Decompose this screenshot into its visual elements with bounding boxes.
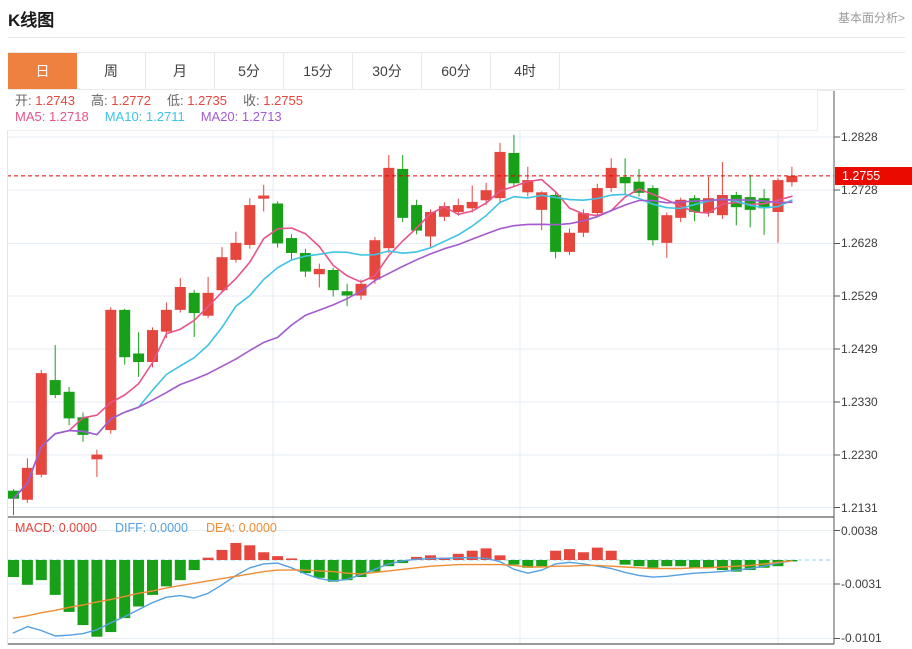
ma-legend-row: MA5: 1.2718 MA10: 1.2711 MA20: 1.2713 bbox=[15, 109, 817, 125]
ohlc-label: 收: bbox=[243, 93, 260, 108]
ma-legend-item: MA20: 1.2713 bbox=[200, 109, 282, 124]
tab-5分[interactable]: 5分 bbox=[215, 53, 284, 89]
axis-tick-label: -0.0031 bbox=[841, 577, 882, 592]
ohlc-label: 高: bbox=[91, 93, 108, 108]
ma-legend-item: MA10: 1.2711 bbox=[104, 109, 185, 124]
ohlc-value: 1.2772 bbox=[107, 93, 151, 108]
axis-tick-label: 1.2330 bbox=[841, 394, 878, 409]
ohlc-item: 低: 1.2735 bbox=[167, 93, 227, 108]
tab-15分[interactable]: 15分 bbox=[284, 53, 353, 89]
ma-legend-item: MA5: 1.2718 bbox=[15, 109, 89, 124]
tab-4时[interactable]: 4时 bbox=[491, 53, 560, 89]
macd-legend-item-diff: DIFF: 0.0000 bbox=[114, 521, 188, 535]
ohlc-legend-row: 开: 1.2743 高: 1.2772 低: 1.2735 收: 1.2755 bbox=[15, 93, 817, 109]
chart-border-left bbox=[7, 90, 8, 645]
tab-月[interactable]: 月 bbox=[146, 53, 215, 89]
macd-legend: MACD: 0.0000 DIFF: 0.0000 DEA: 0.0000 bbox=[15, 521, 295, 536]
tab-60分[interactable]: 60分 bbox=[422, 53, 491, 89]
kline-chart-canvas[interactable] bbox=[7, 90, 906, 646]
axis-tick-label: 1.2628 bbox=[841, 236, 878, 251]
ohlc-value: 1.2743 bbox=[31, 93, 75, 108]
kline-app: K线图 基本面分析> 日周月 5分 15分 30分 60分 4时 开: 1.2743 高: … bbox=[0, 0, 912, 649]
axis-tick-label: 1.2828 bbox=[841, 130, 878, 144]
interval-tabbar: 日周月 5分 15分 30分 60分 4时 bbox=[8, 52, 905, 90]
tab-日[interactable]: 日 bbox=[8, 53, 77, 89]
chart-area: 开: 1.2743 高: 1.2772 低: 1.2735 收: 1.2755 MA5… bbox=[7, 90, 912, 646]
axis-tick-label: 1.2131 bbox=[841, 500, 878, 515]
tab-周[interactable]: 周 bbox=[77, 53, 146, 89]
ohlc-ma-legend: 开: 1.2743 高: 1.2772 低: 1.2735 收: 1.2755 MA5… bbox=[7, 90, 818, 131]
ohlc-item: 开: 1.2743 bbox=[15, 93, 75, 108]
axis-tick-label: -0.0101 bbox=[841, 631, 882, 646]
axis-tick-label: 0.0038 bbox=[841, 523, 878, 538]
ohlc-item: 收: 1.2755 bbox=[243, 93, 303, 108]
header-divider bbox=[8, 37, 905, 38]
ohlc-value: 1.2735 bbox=[183, 93, 227, 108]
ohlc-value: 1.2755 bbox=[259, 93, 303, 108]
fundamental-analysis-link[interactable]: 基本面分析> bbox=[838, 9, 905, 26]
macd-legend-item-dea: DEA: 0.0000 bbox=[205, 521, 277, 535]
ohlc-item: 高: 1.2772 bbox=[91, 93, 151, 108]
current-price-flag: 1.2755 bbox=[835, 166, 912, 185]
tab-30分[interactable]: 30分 bbox=[353, 53, 422, 89]
axis-tick-label: 1.2429 bbox=[841, 342, 878, 357]
page-title: K线图 bbox=[8, 11, 55, 30]
ohlc-label: 开: bbox=[15, 93, 32, 108]
axis-tick-label: 1.2230 bbox=[841, 448, 878, 463]
ohlc-label: 低: bbox=[167, 93, 184, 108]
axis-tick-label: 1.2529 bbox=[841, 289, 878, 304]
macd-legend-item-macd: MACD: 0.0000 bbox=[15, 521, 97, 535]
